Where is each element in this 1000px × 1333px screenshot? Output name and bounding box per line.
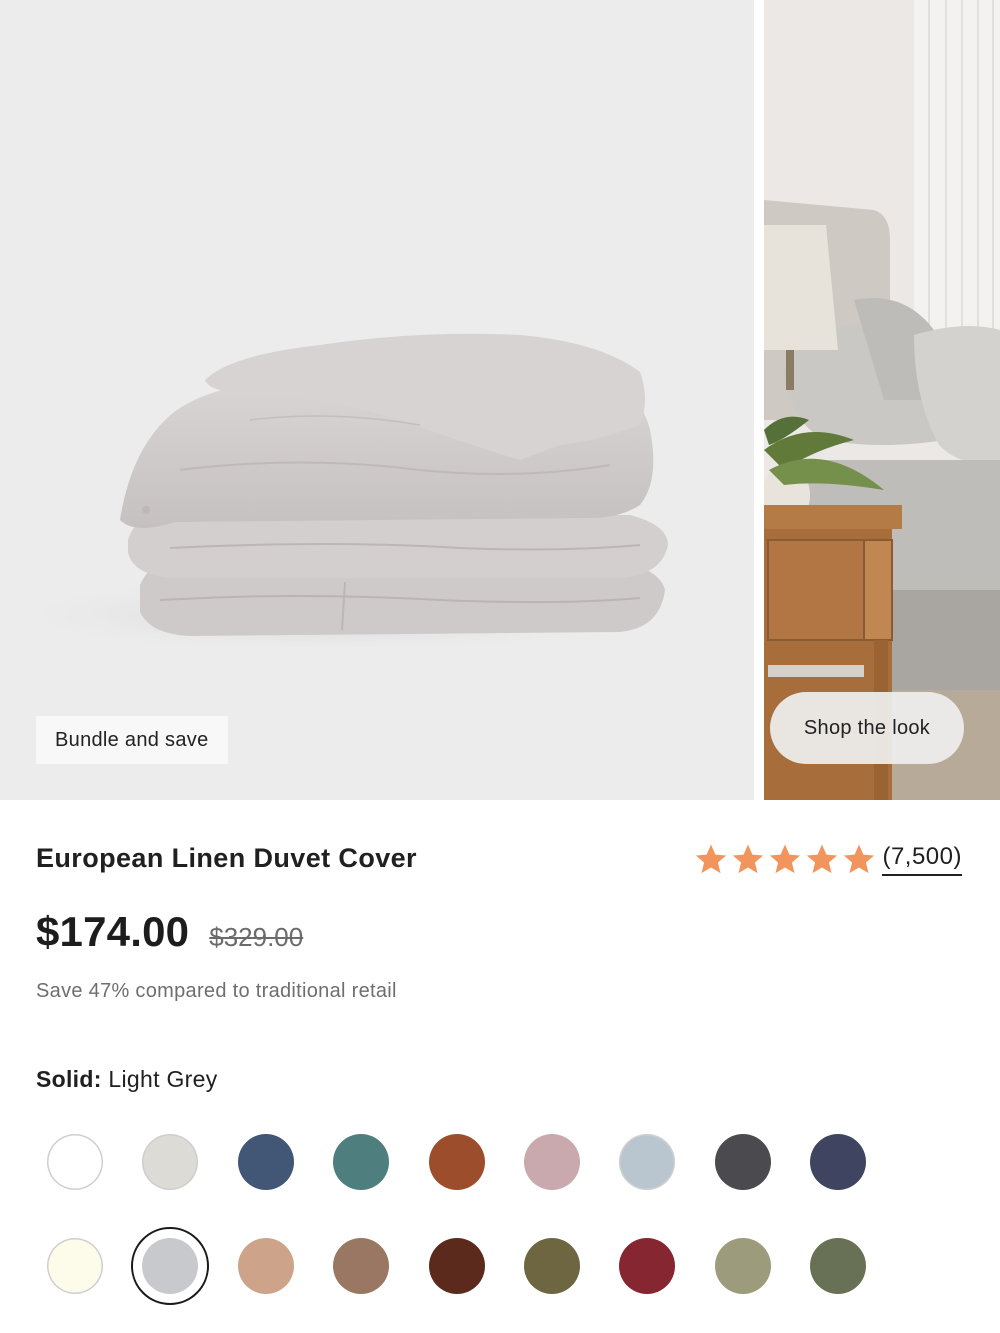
sale-price: $174.00 [36, 908, 190, 955]
color-selection-label: Solid: Light Grey [36, 1066, 218, 1093]
color-swatch[interactable] [47, 1134, 103, 1190]
star-icon [770, 844, 801, 874]
review-count-link[interactable]: (7,500) [882, 843, 962, 876]
color-swatch[interactable] [810, 1238, 866, 1294]
color-swatch[interactable] [333, 1238, 389, 1294]
color-swatch[interactable] [810, 1134, 866, 1190]
color-swatch[interactable] [524, 1238, 580, 1294]
shop-the-look-button[interactable]: Shop the look [770, 692, 964, 764]
product-rating[interactable]: (7,500) [694, 842, 962, 876]
product-gallery: Bundle and save Shop the look [0, 0, 1000, 800]
original-price: $329.00 [209, 922, 304, 952]
color-swatch[interactable] [429, 1134, 485, 1190]
color-swatch[interactable] [333, 1134, 389, 1190]
savings-text: Save 47% compared to traditional retail [36, 980, 397, 1002]
color-swatch[interactable] [524, 1134, 580, 1190]
product-title: European Linen Duvet Cover [36, 843, 417, 873]
price-row: $174.00 $329.00 [36, 908, 303, 956]
color-swatch[interactable] [715, 1134, 771, 1190]
color-swatch[interactable] [619, 1134, 675, 1190]
color-swatch[interactable] [142, 1238, 198, 1294]
selected-color-name: Light Grey [108, 1066, 218, 1092]
star-icon [733, 844, 764, 874]
rating-stars [694, 842, 876, 876]
folded-duvet-image [0, 333, 670, 655]
color-swatch[interactable] [142, 1134, 198, 1190]
color-group-label: Solid: [36, 1066, 102, 1092]
star-icon [807, 844, 838, 874]
star-icon [844, 844, 875, 874]
color-swatch[interactable] [238, 1134, 294, 1190]
product-image-main[interactable]: Bundle and save [0, 0, 754, 800]
star-icon [696, 844, 727, 874]
color-swatch[interactable] [715, 1238, 771, 1294]
color-swatch[interactable] [238, 1238, 294, 1294]
color-swatch[interactable] [429, 1238, 485, 1294]
color-swatch[interactable] [47, 1238, 103, 1294]
lifestyle-image[interactable]: Shop the look [764, 0, 1000, 800]
color-swatch[interactable] [619, 1238, 675, 1294]
bundle-and-save-badge[interactable]: Bundle and save [36, 716, 228, 764]
bedroom-scene-image [764, 0, 1000, 800]
